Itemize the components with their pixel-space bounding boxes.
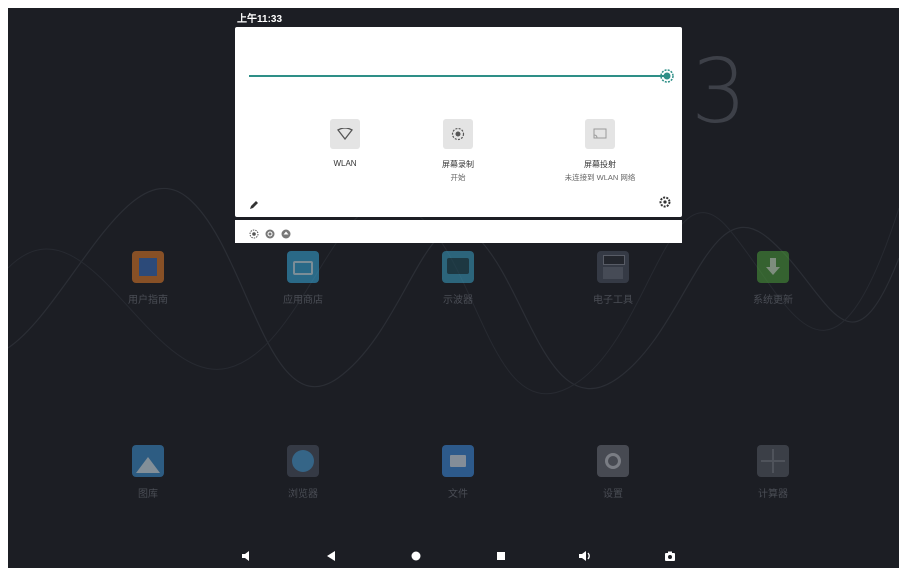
quick-settings-panel: WLAN 屏幕录制 开始 屏幕投射 未连接到 WLAN 网络 — [235, 27, 682, 217]
screenshot-icon[interactable] — [663, 549, 677, 563]
navigation-bar — [8, 545, 899, 568]
recents-icon[interactable] — [494, 549, 508, 563]
app-label: 系统更新 — [753, 295, 793, 306]
back-icon[interactable] — [324, 549, 338, 563]
home-icon[interactable] — [409, 549, 423, 563]
app-store[interactable]: 应用商店 — [258, 251, 348, 306]
sync-icon — [265, 226, 275, 239]
volume-up-icon[interactable] — [578, 549, 592, 563]
tile-cast[interactable]: 屏幕投射 未连接到 WLAN 网络 — [530, 119, 670, 183]
settings-icon[interactable] — [659, 195, 671, 208]
app-label: 文件 — [448, 489, 468, 500]
app-files[interactable]: 文件 — [413, 445, 503, 500]
status-time: 上午11:33 — [237, 14, 283, 25]
gallery-icon — [132, 445, 164, 477]
screen-record-icon — [443, 119, 473, 149]
app-label: 浏览器 — [288, 489, 318, 500]
app-gallery[interactable]: 图库 — [103, 445, 193, 500]
tile-label: 屏幕录制 — [442, 160, 474, 169]
app-browser[interactable]: 浏览器 — [258, 445, 348, 500]
edit-pencil-icon[interactable] — [249, 197, 259, 209]
calculator-icon — [757, 445, 789, 477]
app-label: 电子工具 — [593, 295, 633, 306]
app-label: 示波器 — [443, 295, 473, 306]
app-user-guide[interactable]: 用户指南 — [103, 251, 193, 306]
app-label: 设置 — [603, 489, 623, 500]
screen-record-status-icon — [249, 226, 259, 239]
tile-sublabel: 未连接到 WLAN 网络 — [564, 173, 636, 182]
tile-label: 屏幕投射 — [584, 160, 616, 169]
oscilloscope-icon — [442, 251, 474, 283]
browser-icon — [287, 445, 319, 477]
settings-gear-icon — [597, 445, 629, 477]
files-icon — [442, 445, 474, 477]
app-calculator[interactable]: 计算器 — [728, 445, 818, 500]
app-label: 图库 — [138, 489, 158, 500]
app-system-update[interactable]: 系统更新 — [728, 251, 818, 306]
brightness-thumb-icon[interactable] — [660, 69, 674, 83]
app-electronic-tools[interactable]: 电子工具 — [568, 251, 658, 306]
tile-screen-record[interactable]: 屏幕录制 开始 — [388, 119, 528, 183]
app-store-icon — [287, 251, 319, 283]
wifi-icon — [330, 119, 360, 149]
electronic-tools-icon — [597, 251, 629, 283]
volume-down-icon[interactable] — [240, 549, 254, 563]
clock-digit: 3 — [691, 40, 747, 143]
app-label: 应用商店 — [283, 295, 323, 306]
brightness-slider-track[interactable] — [249, 75, 664, 77]
app-label: 计算器 — [758, 489, 788, 500]
app-label: 用户指南 — [128, 295, 168, 306]
system-update-icon — [757, 251, 789, 283]
tile-sublabel: 开始 — [450, 173, 466, 182]
upload-icon — [281, 226, 291, 239]
notification-icons-strip — [235, 220, 682, 243]
cast-icon — [585, 119, 615, 149]
user-guide-icon — [132, 251, 164, 283]
app-oscilloscope[interactable]: 示波器 — [413, 251, 503, 306]
app-settings[interactable]: 设置 — [568, 445, 658, 500]
